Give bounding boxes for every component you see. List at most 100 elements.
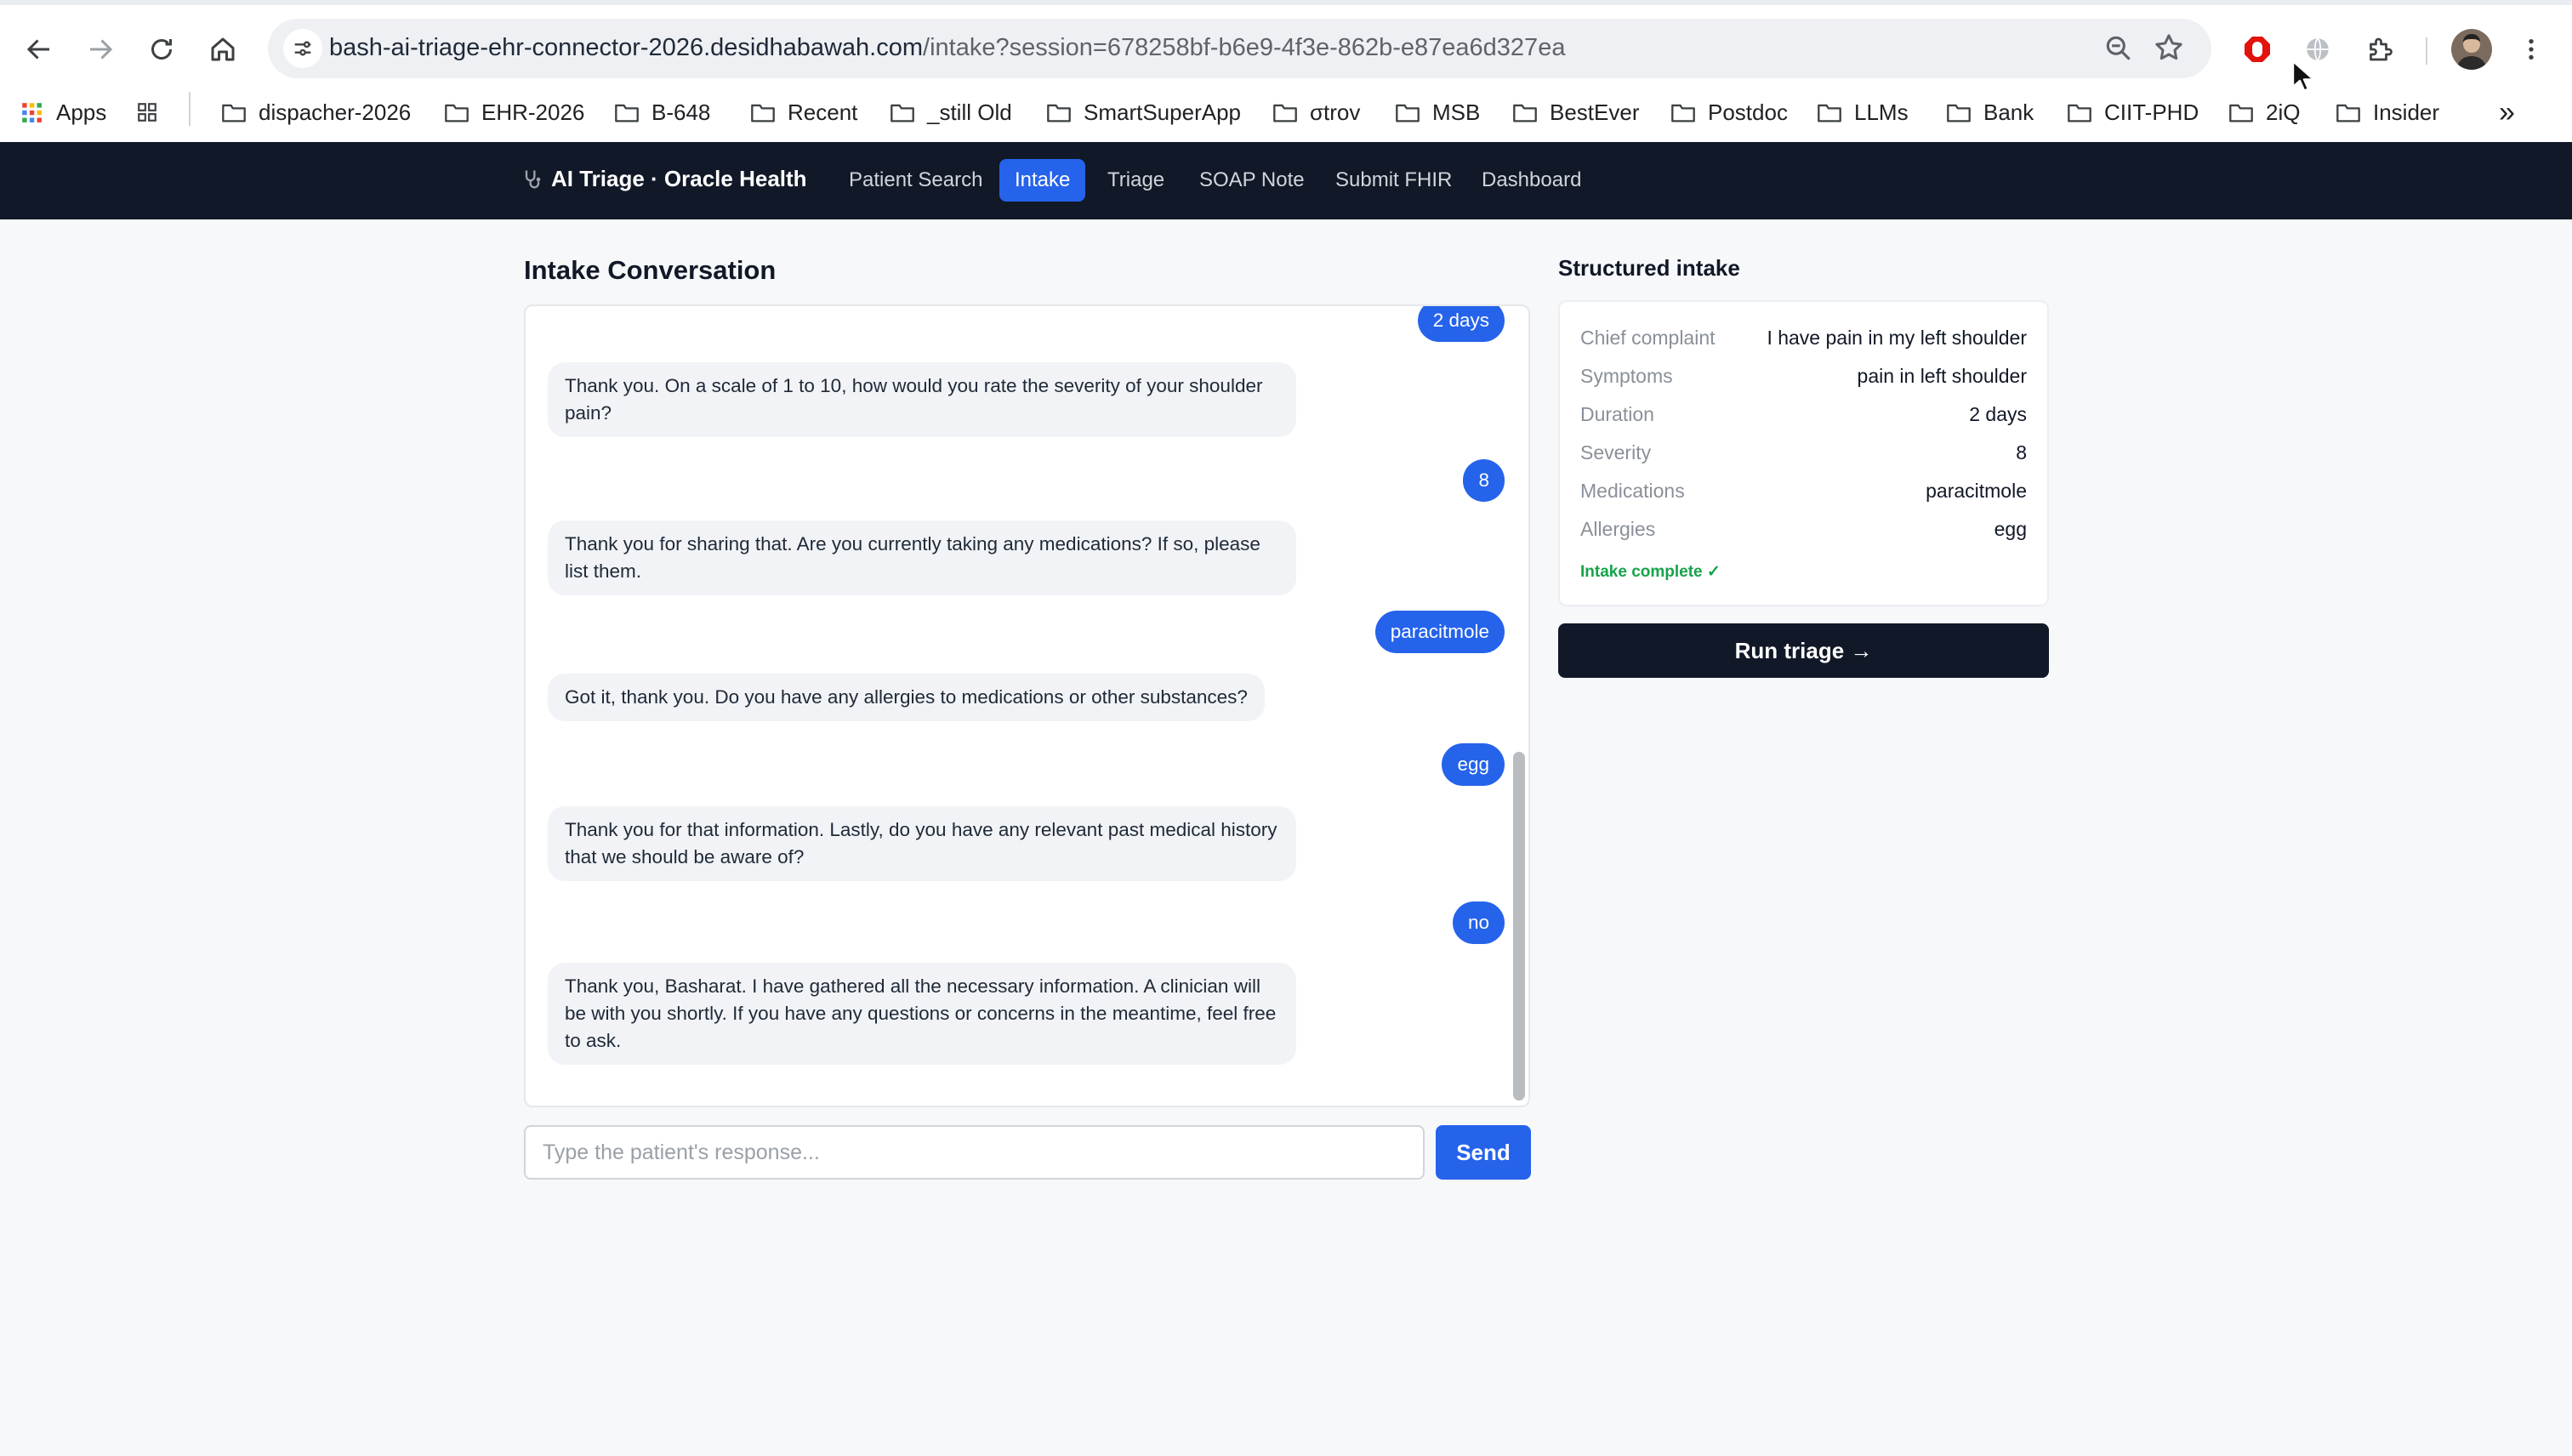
conversation-title: Intake Conversation (524, 255, 777, 285)
user-message-bubble: no (1452, 901, 1505, 944)
chat-panel[interactable]: 2 days Thank you. On a scale of 1 to 10, … (524, 304, 1530, 1107)
run-triage-button[interactable]: Run triage → (1558, 623, 2049, 678)
chat-scrollbar-thumb[interactable] (1513, 752, 1525, 1101)
intake-field-label: Medications (1580, 479, 1685, 502)
structured-intake-card: Intake complete ✓ Chief complaint I have … (1558, 300, 2049, 606)
bookmark-folder[interactable]: EHR-2026 (444, 94, 584, 131)
folder-icon (751, 104, 775, 122)
send-button[interactable]: Send (1436, 1125, 1531, 1180)
bookmark-label: BestEver (1550, 99, 1640, 125)
url-path: /intake?session=678258bf-b6e9-4f3e-862b-… (923, 34, 1566, 61)
intake-field-row: Chief complaint I have pain in my left sh… (1580, 322, 2027, 353)
intake-field-value: paracitmole (1926, 479, 2027, 502)
bookmark-label: LLMs (1854, 99, 1909, 125)
bookmark-label: Apps (56, 99, 107, 125)
assistant-message-bubble: Thank you for sharing that. Are you curr… (548, 520, 1296, 595)
intake-field-row: Severity 8 (1580, 437, 2027, 468)
assistant-message-bubble: Thank you. On a scale of 1 to 10, how wo… (548, 362, 1296, 437)
intake-field-value: pain in left shoulder (1857, 364, 2027, 387)
zoom-icon[interactable] (2103, 32, 2135, 65)
folder-icon (1671, 104, 1695, 122)
bookmark-folder[interactable]: Recent (750, 94, 857, 131)
bookmark-label: CIIT-PHD (2104, 99, 2199, 125)
forward-button[interactable] (77, 26, 124, 73)
bookmark-folder[interactable]: B-648 (614, 94, 710, 131)
bookmark-folder[interactable]: σtrov (1272, 94, 1360, 131)
user-message-bubble: 2 days (1417, 306, 1505, 342)
user-message-bubble: 8 (1463, 459, 1505, 502)
browser-menu-button[interactable] (2514, 31, 2548, 68)
bookmark-label: Recent (788, 99, 858, 125)
bookmark-label: _still Old (927, 99, 1012, 125)
bookmark-folder[interactable]: Insider (2336, 94, 2439, 131)
profile-avatar[interactable] (2451, 29, 2492, 70)
bookmark-folder[interactable]: Postdoc (1670, 94, 1788, 131)
intake-field-row: Symptoms pain in left shoulder (1580, 361, 2027, 391)
tab-groups-icon (138, 103, 156, 122)
bookmark-label: EHR-2026 (481, 99, 585, 125)
intake-field-row: Duration 2 days (1580, 399, 2027, 429)
folder-icon (1947, 104, 1971, 122)
bookmark-label: 2iQ (2266, 99, 2301, 125)
assistant-message-bubble: Got it, thank you. Do you have any aller… (548, 674, 1265, 721)
nav-intake[interactable]: Intake (999, 159, 1086, 202)
stethoscope-icon (525, 170, 541, 188)
arrow-left-icon (26, 39, 49, 60)
back-button[interactable] (15, 26, 63, 73)
folder-icon (1273, 104, 1297, 122)
bookmark-folder[interactable]: CIIT-PHD (2067, 94, 2199, 131)
reload-icon (151, 39, 172, 60)
folder-icon (891, 104, 914, 122)
intake-field-label: Duration (1580, 402, 1654, 425)
nav-soap-note[interactable]: SOAP Note (1184, 159, 1320, 202)
bookmark-folder[interactable]: LLMs (1817, 94, 1909, 131)
app-brand-label: AI Triage · Oracle Health (551, 166, 807, 191)
user-message-bubble: paracitmole (1374, 611, 1505, 653)
nav-patient-search[interactable]: Patient Search (834, 159, 998, 202)
url-text[interactable]: bash-ai-triage-ehr-connector-2026.desidh… (329, 34, 1565, 62)
assistant-message-bubble: Thank you for that information. Lastly, … (548, 806, 1296, 881)
site-info-icon[interactable] (283, 29, 322, 68)
intake-status: Intake complete ✓ (1580, 563, 1721, 581)
folder-icon (2229, 104, 2253, 122)
patient-response-input[interactable] (524, 1125, 1425, 1180)
bookmark-folder[interactable]: dispacher-2026 (221, 94, 411, 131)
nav-triage[interactable]: Triage (1092, 159, 1180, 202)
intake-field-row: Medications paracitmole (1580, 475, 2027, 506)
mouse-cursor-icon (2291, 60, 2315, 92)
bookmark-star-icon[interactable] (2152, 31, 2186, 65)
folder-icon (1047, 104, 1071, 122)
intake-field-label: Allergies (1580, 517, 1656, 540)
tab-groups-button[interactable] (134, 94, 160, 131)
bookmark-folder[interactable]: BestEver (1512, 94, 1640, 131)
bookmark-folder[interactable]: 2iQ (2228, 94, 2300, 131)
arrow-right-icon (90, 39, 113, 60)
bookmark-folder[interactable]: MSB (1395, 94, 1480, 131)
reload-button[interactable] (138, 26, 185, 73)
adblock-extension-icon[interactable] (2239, 31, 2276, 68)
bookmark-apps[interactable]: Apps (19, 94, 106, 131)
user-message-bubble: egg (1442, 743, 1505, 786)
browser-chrome: bash-ai-triage-ehr-connector-2026.desidh… (0, 0, 2572, 142)
folder-icon (1818, 104, 1841, 122)
app-navbar: AI Triage · Oracle Health Patient Search… (0, 142, 2572, 219)
bookmark-label: Insider (2373, 99, 2440, 125)
assistant-message-bubble: Thank you, Basharat. I have gathered all… (548, 963, 1296, 1065)
bookmark-label: Postdoc (1708, 99, 1788, 125)
nav-submit-fhir[interactable]: Submit FHIR (1320, 159, 1467, 202)
intake-field-value: 8 (2016, 441, 2027, 464)
nav-dashboard[interactable]: Dashboard (1466, 159, 1596, 202)
extensions-puzzle-icon[interactable] (2361, 31, 2398, 68)
more-bookmarks-button[interactable]: » (2499, 94, 2515, 131)
folder-icon (1396, 104, 1420, 122)
app-brand[interactable]: AI Triage · Oracle Health (521, 166, 807, 192)
toolbar-divider (2426, 37, 2427, 65)
bookmark-folder[interactable]: _still Old (890, 94, 1012, 131)
home-button[interactable] (199, 26, 247, 73)
bookmark-folder[interactable]: SmartSuperApp (1046, 94, 1241, 131)
intake-field-label: Severity (1580, 441, 1652, 464)
bookmarks-divider (189, 92, 191, 126)
bookmark-folder[interactable]: Bank (1946, 94, 2034, 131)
address-bar[interactable]: bash-ai-triage-ehr-connector-2026.desidh… (268, 19, 2211, 78)
structured-intake-title: Structured intake (1558, 255, 1740, 281)
